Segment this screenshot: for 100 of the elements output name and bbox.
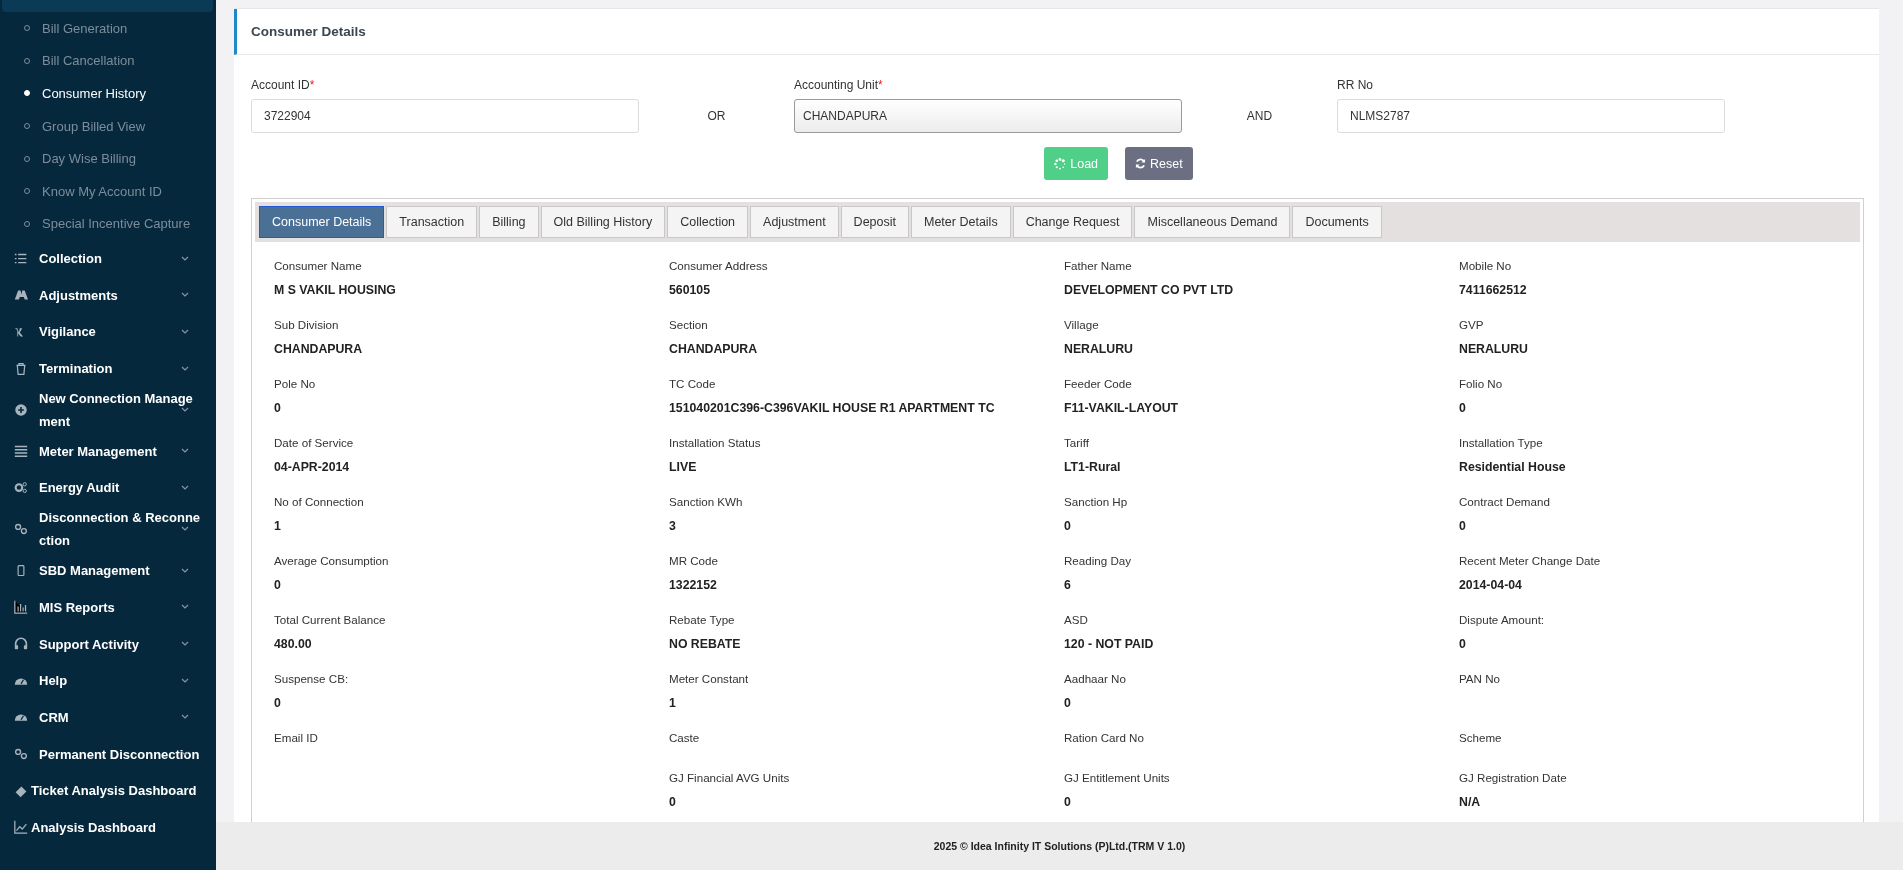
detail-label: Total Current Balance bbox=[274, 613, 387, 626]
menu-item[interactable]: Ticket Analysis Dashboard bbox=[31, 779, 208, 803]
field-label: RR No bbox=[1337, 78, 1374, 92]
detail-value: 6 bbox=[1064, 578, 1072, 592]
detail-label: Sanction Hp bbox=[1064, 495, 1129, 508]
detail-label: No of Connection bbox=[274, 495, 365, 508]
tab[interactable]: Deposit bbox=[840, 206, 909, 238]
list-icon bbox=[14, 251, 28, 266]
detail-value: 7411662512 bbox=[1459, 283, 1528, 297]
detail-value: 1 bbox=[274, 519, 282, 533]
detail-value: DEVELOPMENT CO PVT LTD bbox=[1064, 283, 1235, 297]
detail-label: Tariff bbox=[1064, 436, 1090, 449]
mobile-icon bbox=[14, 563, 28, 578]
detail-label: Installation Type bbox=[1459, 436, 1544, 449]
tab[interactable]: Change Request bbox=[1012, 206, 1133, 238]
detail-value: LT1-Rural bbox=[1064, 460, 1122, 474]
detail-label: Contract Demand bbox=[1459, 495, 1551, 508]
detail-value: 0 bbox=[669, 795, 677, 809]
detail-label: Dispute Amount: bbox=[1459, 613, 1546, 626]
link-icon bbox=[14, 522, 28, 537]
detail-label: Recent Meter Change Date bbox=[1459, 554, 1602, 567]
spinner-icon bbox=[1054, 157, 1067, 170]
detail-label: Consumer Address bbox=[669, 259, 769, 272]
tab[interactable]: Miscellaneous Demand bbox=[1134, 206, 1291, 238]
menu-item[interactable]: MIS Reports bbox=[39, 595, 203, 619]
detail-value: 0 bbox=[274, 578, 282, 592]
menu-item[interactable]: Vigilance bbox=[39, 320, 203, 344]
menu-item[interactable]: Energy Audit bbox=[39, 476, 203, 500]
detail-label: Pole No bbox=[274, 377, 317, 390]
submenu-item[interactable]: Bill Generation bbox=[0, 12, 216, 45]
menu-item[interactable]: Support Activity bbox=[39, 632, 203, 656]
menu-item[interactable]: Adjustments bbox=[39, 283, 203, 307]
rr-no-input[interactable]: NLMS2787 bbox=[1337, 99, 1725, 133]
detail-value: 0 bbox=[1459, 519, 1467, 533]
menu-item[interactable]: CRM bbox=[39, 705, 203, 729]
detail-label: Scheme bbox=[1459, 731, 1503, 744]
menu-item[interactable]: Help bbox=[39, 669, 203, 693]
tab[interactable]: Consumer Details bbox=[259, 206, 385, 238]
detail-label: Suspense CB: bbox=[274, 672, 350, 685]
footer-text: 2025 © Idea Infinity IT Solutions (P)Ltd.(TRM V 1.0) bbox=[216, 822, 1903, 870]
menu-item[interactable]: Analysis Dashboard bbox=[31, 815, 208, 839]
accounting-unit-select[interactable]: CHANDAPURA bbox=[794, 99, 1182, 133]
detail-label: Folio No bbox=[1459, 377, 1504, 390]
submenu-item[interactable]: Group Billed View bbox=[0, 109, 216, 143]
menu-item[interactable]: Termination bbox=[39, 357, 203, 381]
tab[interactable]: Billing bbox=[479, 206, 539, 238]
detail-value: 2014-04-04 bbox=[1459, 578, 1523, 592]
submenu-item[interactable]: Consumer History bbox=[0, 77, 216, 110]
tab[interactable]: Collection bbox=[667, 206, 749, 238]
submenu-item[interactable]: Day Wise Billing bbox=[0, 142, 216, 175]
detail-value: 120 - NOT PAID bbox=[1064, 637, 1155, 651]
detail-label: Email ID bbox=[274, 731, 319, 744]
field-label: Account ID* bbox=[251, 78, 316, 92]
detail-value: CHANDAPURA bbox=[274, 342, 364, 356]
detail-label: Date of Service bbox=[274, 436, 355, 449]
tab[interactable]: Meter Details bbox=[911, 206, 1011, 238]
menu-item[interactable]: Permanent Disconnection bbox=[39, 742, 203, 766]
detail-value: 04-APR-2014 bbox=[274, 460, 351, 474]
detail-label: ASD bbox=[1064, 613, 1089, 626]
detail-label: Rebate Type bbox=[669, 613, 736, 626]
submenu-item[interactable]: Special Incentive Capture bbox=[0, 207, 216, 241]
menu-item[interactable]: Collection bbox=[39, 247, 203, 270]
reset-button[interactable]: Reset bbox=[1125, 147, 1193, 180]
detail-value: 0 bbox=[1064, 696, 1072, 710]
bar-chart-icon bbox=[14, 600, 28, 615]
tab[interactable]: Adjustment bbox=[750, 206, 839, 238]
detail-label: TC Code bbox=[669, 377, 717, 390]
detail-value: 151040201C396-C396VAKIL HOUSE R1 APARTMENT TC bbox=[669, 401, 996, 415]
detail-value: 0 bbox=[1459, 637, 1467, 651]
submenu-item[interactable]: Know My Account ID bbox=[0, 174, 216, 208]
submenu-item[interactable]: Bill Cancellation bbox=[0, 44, 216, 78]
and-text: AND bbox=[1245, 108, 1274, 125]
detail-label: Sub Division bbox=[274, 318, 340, 331]
detail-value: CHANDAPURA bbox=[669, 342, 759, 356]
tab[interactable]: Documents bbox=[1292, 206, 1382, 238]
tab[interactable]: Old Billing History bbox=[540, 206, 666, 238]
trash-icon bbox=[14, 361, 28, 376]
detail-value: M S VAKIL HOUSING bbox=[274, 283, 397, 297]
account-id-input[interactable]: 3722904 bbox=[251, 99, 639, 133]
menu-item[interactable]: New Connection Management bbox=[39, 386, 203, 433]
detail-value: 1322152 bbox=[669, 578, 718, 592]
detail-value: LIVE bbox=[669, 460, 698, 474]
detail-value: NERALURU bbox=[1459, 342, 1529, 356]
detail-label: Reading Day bbox=[1064, 554, 1133, 567]
detail-value: 0 bbox=[1064, 519, 1072, 533]
detail-label: Feeder Code bbox=[1064, 377, 1133, 390]
detail-value: 3 bbox=[669, 519, 677, 533]
detail-value: F11-VAKIL-LAYOUT bbox=[1064, 401, 1180, 415]
menu-item[interactable]: Disconnection & Reconnection bbox=[39, 506, 203, 553]
tab[interactable]: Transaction bbox=[386, 206, 478, 238]
detail-label: Average Consumption bbox=[274, 554, 390, 567]
menu-item[interactable]: SBD Management bbox=[39, 559, 203, 583]
detail-label: PAN No bbox=[1459, 672, 1502, 685]
card-title: Consumer Details bbox=[234, 9, 1879, 55]
plus-circle-icon bbox=[14, 402, 28, 417]
detail-label: GJ Registration Date bbox=[1459, 771, 1568, 784]
detail-label: Section bbox=[669, 318, 709, 331]
detail-label: Father Name bbox=[1064, 259, 1133, 272]
menu-item[interactable]: Meter Management bbox=[39, 439, 203, 463]
detail-label: Sanction KWh bbox=[669, 495, 744, 508]
